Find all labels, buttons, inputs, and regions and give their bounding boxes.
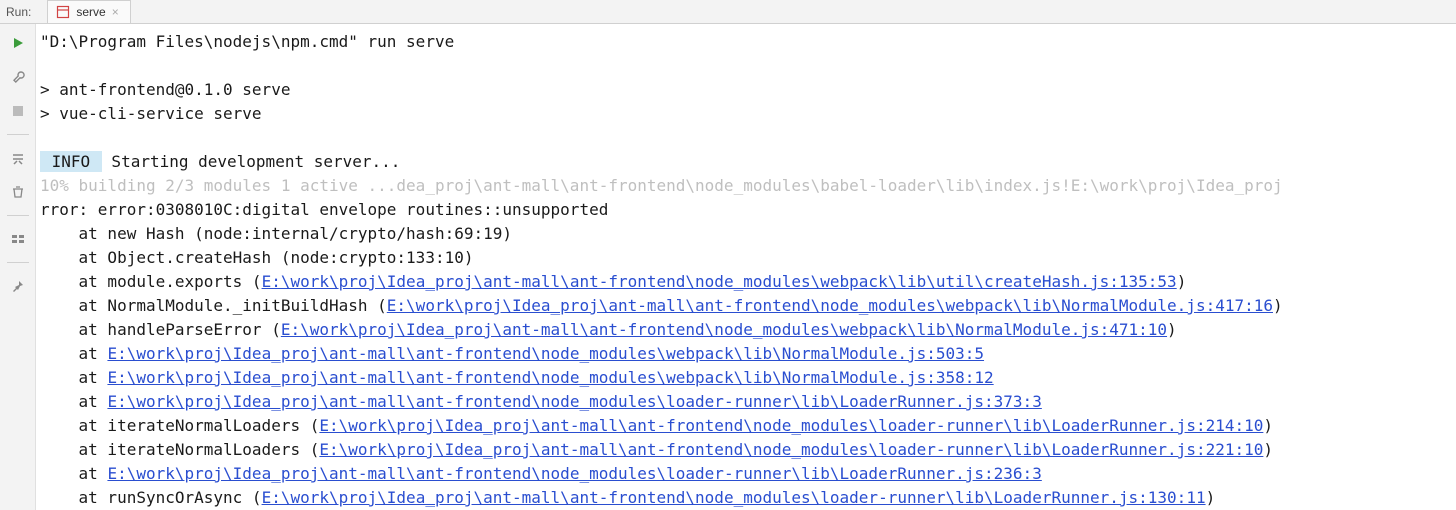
stack-prefix: at Object.createHash (node:crypto:133:10…	[40, 248, 473, 267]
stack-suffix: )	[1263, 416, 1273, 435]
file-link[interactable]: E:\work\proj\Idea_proj\ant-mall\ant-fron…	[281, 320, 1167, 339]
stack-prefix: at runSyncOrAsync (	[40, 488, 262, 507]
stack-prefix: at	[40, 464, 107, 483]
stack-line: at new Hash (node:internal/crypto/hash:6…	[40, 222, 1452, 246]
stack-line: at E:\work\proj\Idea_proj\ant-mall\ant-f…	[40, 390, 1452, 414]
stack-line: at E:\work\proj\Idea_proj\ant-mall\ant-f…	[40, 342, 1452, 366]
stack-suffix: )	[1273, 296, 1283, 315]
file-link[interactable]: E:\work\proj\Idea_proj\ant-mall\ant-fron…	[107, 464, 1041, 483]
toolbar-separator	[7, 262, 29, 263]
file-link[interactable]: E:\work\proj\Idea_proj\ant-mall\ant-fron…	[319, 440, 1263, 459]
stack-line: at handleParseError (E:\work\proj\Idea_p…	[40, 318, 1452, 342]
stack-line: at module.exports (E:\work\proj\Idea_pro…	[40, 270, 1452, 294]
main-area: "D:\Program Files\nodejs\npm.cmd" run se…	[0, 24, 1456, 510]
file-link[interactable]: E:\work\proj\Idea_proj\ant-mall\ant-fron…	[387, 296, 1273, 315]
stack-trace: at new Hash (node:internal/crypto/hash:6…	[40, 222, 1452, 510]
stack-prefix: at iterateNormalLoaders (	[40, 416, 319, 435]
file-link[interactable]: E:\work\proj\Idea_proj\ant-mall\ant-fron…	[107, 368, 993, 387]
stack-prefix: at module.exports (	[40, 272, 262, 291]
stack-prefix: at handleParseError (	[40, 320, 281, 339]
stack-icon[interactable]	[7, 147, 29, 169]
stop-button[interactable]	[7, 100, 29, 122]
stack-line: at runSyncOrAsync (E:\work\proj\Idea_pro…	[40, 486, 1452, 510]
console-line: Starting development server...	[102, 152, 401, 171]
toolbar-separator	[7, 134, 29, 135]
stack-prefix: at	[40, 344, 107, 363]
tab-label: serve	[76, 5, 105, 19]
console-line: rror: error:0308010C:digital envelope ro…	[40, 200, 608, 219]
run-tool-header: Run: serve ×	[0, 0, 1456, 24]
run-toolbar	[0, 24, 36, 510]
stack-prefix: at new Hash (node:internal/crypto/hash:6…	[40, 224, 512, 243]
console-line: 10% building 2/3 modules 1 active ...dea…	[40, 176, 1283, 195]
pin-icon[interactable]	[7, 275, 29, 297]
stack-line: at iterateNormalLoaders (E:\work\proj\Id…	[40, 414, 1452, 438]
stack-suffix: )	[1263, 440, 1273, 459]
stack-line: at iterateNormalLoaders (E:\work\proj\Id…	[40, 438, 1452, 462]
stack-prefix: at iterateNormalLoaders (	[40, 440, 319, 459]
close-icon[interactable]: ×	[112, 5, 122, 19]
info-badge: INFO	[40, 151, 102, 172]
layout-icon[interactable]	[7, 228, 29, 250]
console-line: "D:\Program Files\nodejs\npm.cmd" run se…	[40, 32, 454, 51]
wrench-icon[interactable]	[7, 66, 29, 88]
console-output[interactable]: "D:\Program Files\nodejs\npm.cmd" run se…	[36, 24, 1456, 510]
console-line: > ant-frontend@0.1.0 serve	[40, 80, 290, 99]
stack-prefix: at	[40, 368, 107, 387]
stack-prefix: at NormalModule._initBuildHash (	[40, 296, 387, 315]
stack-line: at Object.createHash (node:crypto:133:10…	[40, 246, 1452, 270]
run-label: Run:	[6, 5, 47, 19]
run-config-tab[interactable]: serve ×	[47, 0, 130, 23]
console-line: > vue-cli-service serve	[40, 104, 262, 123]
file-link[interactable]: E:\work\proj\Idea_proj\ant-mall\ant-fron…	[262, 488, 1206, 507]
rerun-button[interactable]	[7, 32, 29, 54]
file-link[interactable]: E:\work\proj\Idea_proj\ant-mall\ant-fron…	[262, 272, 1177, 291]
file-link[interactable]: E:\work\proj\Idea_proj\ant-mall\ant-fron…	[107, 344, 984, 363]
toolbar-separator	[7, 215, 29, 216]
file-link[interactable]: E:\work\proj\Idea_proj\ant-mall\ant-fron…	[107, 392, 1041, 411]
stack-line: at E:\work\proj\Idea_proj\ant-mall\ant-f…	[40, 462, 1452, 486]
trash-icon[interactable]	[7, 181, 29, 203]
stack-suffix: )	[1206, 488, 1216, 507]
stack-line: at E:\work\proj\Idea_proj\ant-mall\ant-f…	[40, 366, 1452, 390]
stack-suffix: )	[1167, 320, 1177, 339]
file-link[interactable]: E:\work\proj\Idea_proj\ant-mall\ant-fron…	[319, 416, 1263, 435]
run-config-icon	[56, 5, 70, 19]
stack-suffix: )	[1177, 272, 1187, 291]
stack-line: at NormalModule._initBuildHash (E:\work\…	[40, 294, 1452, 318]
stack-prefix: at	[40, 392, 107, 411]
